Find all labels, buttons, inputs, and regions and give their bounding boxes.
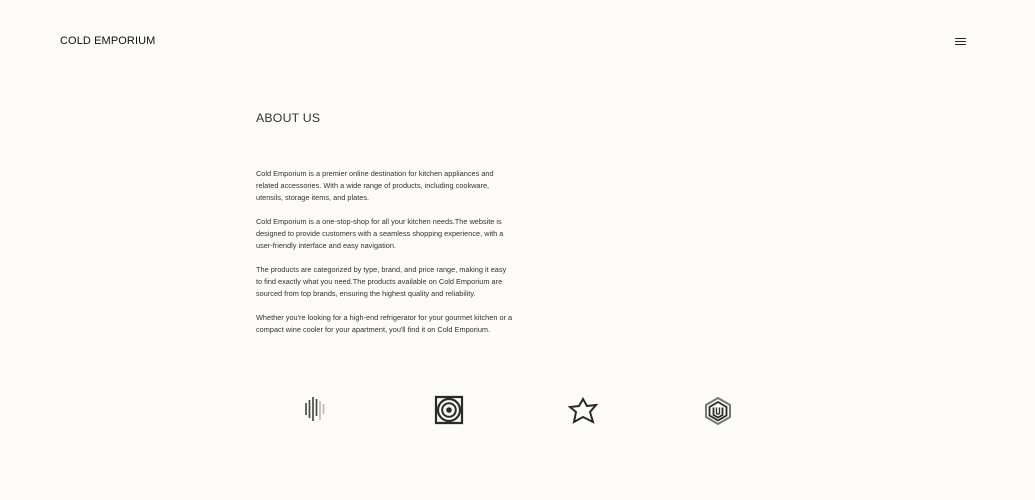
about-paragraph: The products are categorized by type, br… [256, 265, 507, 298]
about-body: Cold Emporium is a premier online destin… [256, 168, 514, 348]
about-title: ABOUT US [256, 111, 321, 125]
hamburger-menu-button[interactable] [953, 35, 970, 48]
site-header: COLD EMPORIUM [0, 0, 1035, 84]
menu-line [955, 41, 966, 43]
brand-logos-row [0, 394, 1035, 428]
hexagon-monogram-logo-icon [703, 396, 733, 426]
brand-logo-link[interactable]: COLD EMPORIUM [60, 35, 155, 48]
star-burst-logo-icon [567, 396, 599, 426]
concentric-circle-logo-icon [434, 395, 464, 425]
about-paragraph: Whether you're looking for a high-end re… [256, 313, 513, 334]
menu-line [955, 38, 966, 40]
vertical-bars-logo-icon [300, 394, 330, 424]
about-section: ABOUT US [256, 111, 516, 125]
about-paragraph: Cold Emporium is a one-stop-shop for all… [256, 217, 504, 250]
about-paragraph: Cold Emporium is a premier online destin… [256, 169, 494, 202]
menu-line [955, 44, 966, 46]
